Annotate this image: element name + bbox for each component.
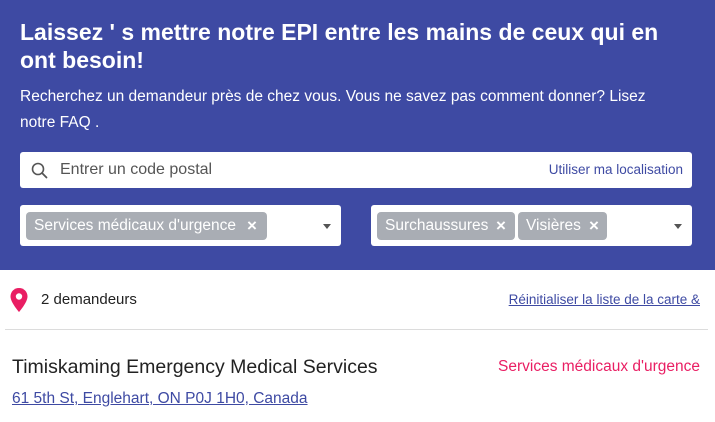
item-chip: Surchaussures × <box>377 212 515 240</box>
remove-chip-icon[interactable]: × <box>496 212 506 240</box>
postal-code-input[interactable] <box>60 152 520 188</box>
requester-address-link[interactable]: 61 5th St, Englehart, ON P0J 1H0, Canada <box>12 390 308 408</box>
divider <box>5 329 708 330</box>
requester-name[interactable]: Timiskaming Emergency Medical Services <box>12 356 378 379</box>
category-filter-select[interactable]: Services médicaux d'urgence × <box>20 205 341 246</box>
remove-chip-icon[interactable]: × <box>589 212 599 240</box>
hero-banner: Laissez ' s mettre notre EPI entre les m… <box>0 0 715 270</box>
category-chip: Services médicaux d'urgence × <box>26 212 267 240</box>
page-title: Laissez ' s mettre notre EPI entre les m… <box>20 19 659 73</box>
item-chip-label: Visières <box>526 217 581 234</box>
postal-code-search: Utiliser ma localisation <box>20 152 692 188</box>
item-chip-label: Surchaussures <box>385 217 489 234</box>
hero-subtitle: Recherchez un demandeur près de chez vou… <box>20 84 680 136</box>
chevron-down-icon[interactable] <box>323 224 331 229</box>
requester-count: 2 demandeurs <box>41 291 137 308</box>
faq-link[interactable]: FAQ <box>60 114 91 131</box>
map-pin-icon <box>10 288 28 312</box>
requester-category: Services médicaux d'urgence <box>498 358 700 375</box>
remove-chip-icon[interactable]: × <box>247 212 257 240</box>
chevron-down-icon[interactable] <box>674 224 682 229</box>
use-location-button[interactable]: Utiliser ma localisation <box>549 162 683 177</box>
search-icon <box>31 162 48 179</box>
item-filter-select[interactable]: Surchaussures × Visières × <box>371 205 692 246</box>
category-chip-label: Services médicaux d'urgence <box>34 217 236 234</box>
hero-subtitle-end: . <box>90 114 100 131</box>
results-bar: 2 demandeurs Réinitialiser la liste de l… <box>0 280 715 320</box>
reset-map-list-link[interactable]: Réinitialiser la liste de la carte & <box>509 292 700 307</box>
item-chip: Visières × <box>518 212 607 240</box>
hero-subtitle-text: Recherchez un demandeur près de chez vou… <box>20 88 646 131</box>
